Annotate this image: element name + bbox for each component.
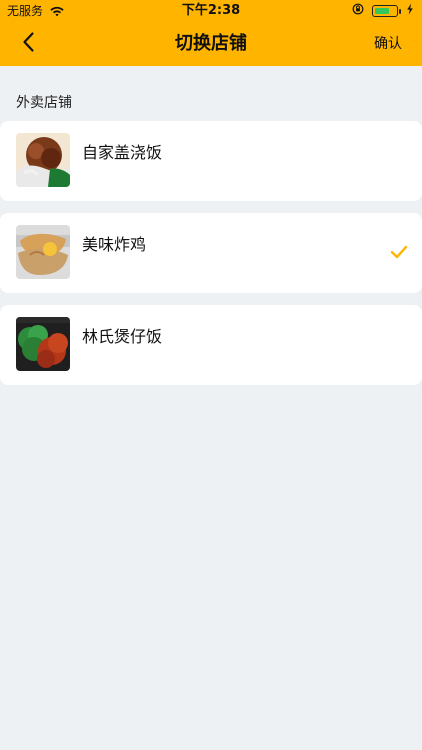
store-thumbnail	[16, 133, 70, 187]
store-name: 美味炸鸡	[82, 235, 147, 254]
store-thumbnail	[16, 225, 70, 279]
bolt-icon	[406, 0, 414, 22]
top-header: 无服务 下午2:38 切换店铺 确认	[0, 0, 422, 66]
selected-check	[390, 213, 408, 293]
store-item[interactable]: 自家盖浇饭	[0, 121, 422, 201]
store-item[interactable]: 美味炸鸡	[0, 213, 422, 293]
store-name: 自家盖浇饭	[82, 143, 163, 162]
rotation-lock-icon	[352, 0, 364, 22]
section-title: 外卖店铺	[16, 95, 72, 111]
store-item[interactable]: 林氏煲仔饭	[0, 305, 422, 385]
navigation-bar: 切换店铺 确认	[0, 22, 422, 66]
battery-icon	[372, 5, 401, 17]
status-right	[352, 0, 414, 22]
store-thumbnail	[16, 317, 70, 371]
confirm-button[interactable]: 确认	[374, 22, 402, 66]
status-bar: 无服务 下午2:38	[0, 0, 422, 22]
checkmark-icon	[390, 244, 408, 263]
store-name: 林氏煲仔饭	[82, 327, 163, 346]
battery-level	[375, 8, 390, 14]
page-title: 切换店铺	[175, 33, 247, 54]
